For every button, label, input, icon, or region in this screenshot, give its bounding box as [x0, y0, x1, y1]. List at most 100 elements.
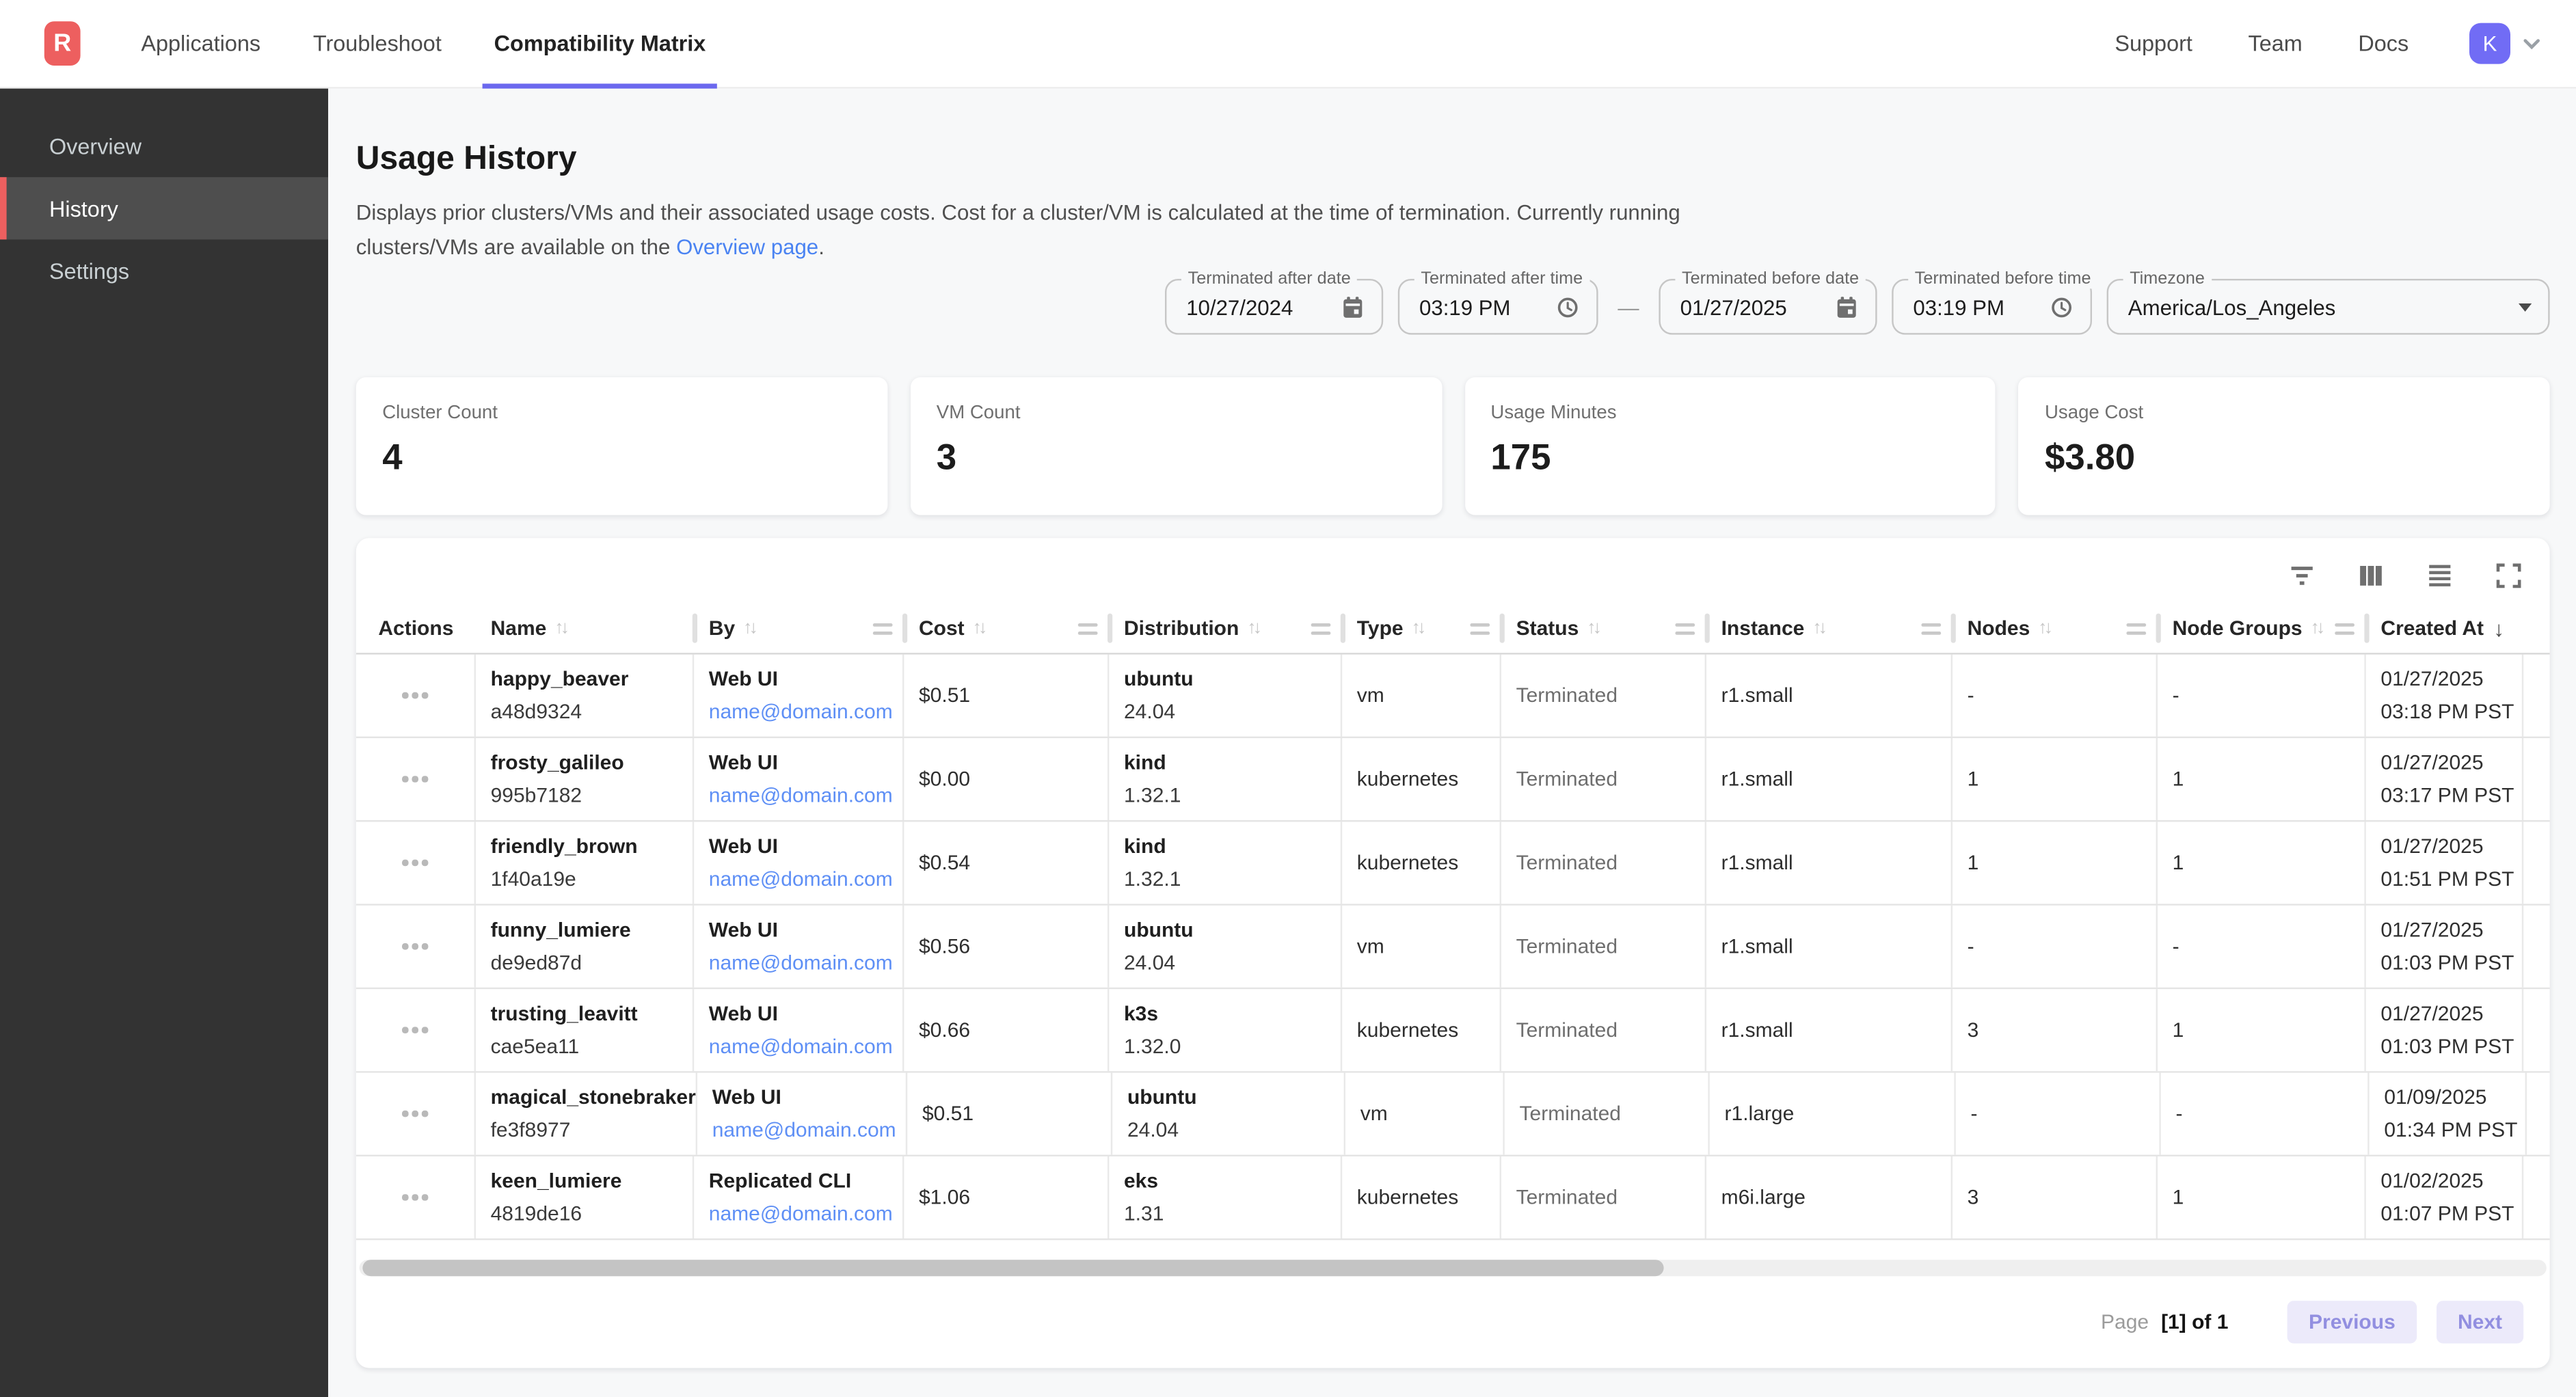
nodes-count: -	[1971, 1102, 2160, 1126]
sidebar-item-settings[interactable]: Settings	[0, 239, 328, 301]
timezone-select[interactable]: Timezone America/Los_Angeles	[2107, 279, 2550, 335]
creator-email-link[interactable]: name@domain.com	[709, 947, 902, 979]
user-avatar[interactable]: K	[2469, 23, 2510, 64]
horizontal-scrollbar-thumb[interactable]	[362, 1260, 1664, 1276]
sort-icon[interactable]: ↓	[2493, 616, 2504, 640]
row-actions-button[interactable]	[396, 850, 434, 876]
column-header-nodes[interactable]: Nodes ↑↓	[1953, 603, 2158, 653]
sort-icon[interactable]: ↑↓	[1412, 619, 1423, 638]
column-menu-icon[interactable]	[2126, 623, 2146, 634]
column-header-created_at[interactable]: Created At ↓	[2366, 603, 2523, 653]
distribution-name: kind	[1124, 746, 1341, 779]
sort-icon[interactable]: ↑↓	[743, 619, 755, 638]
sort-icon[interactable]: ↑↓	[1812, 619, 1824, 638]
fullscreen-icon[interactable]	[2494, 561, 2523, 591]
cluster-id: fe3f8977	[491, 1114, 696, 1147]
field-label: Terminated before date	[1675, 269, 1865, 289]
distribution-version: 24.04	[1127, 1114, 1344, 1147]
sort-icon[interactable]: ↑↓	[973, 619, 984, 638]
cell-instance: m6i.large	[1706, 1156, 1953, 1238]
column-header-name[interactable]: Name ↑↓	[476, 603, 694, 653]
clock-icon[interactable]	[2033, 295, 2074, 319]
row-actions-button[interactable]	[396, 683, 434, 708]
filter-icon[interactable]	[2287, 561, 2317, 591]
created-time: 03:17 PM PST	[2380, 779, 2521, 812]
nav-link-team[interactable]: Team	[2237, 0, 2314, 87]
overview-page-link[interactable]: Overview page	[676, 234, 818, 259]
creator-email-link[interactable]: name@domain.com	[709, 863, 902, 895]
column-menu-icon[interactable]	[873, 623, 893, 634]
creator-email-link[interactable]: name@domain.com	[709, 1030, 902, 1063]
cell-node-groups: 1	[2158, 1156, 2366, 1238]
sort-icon[interactable]: ↑↓	[1587, 619, 1598, 638]
creator-email-link[interactable]: name@domain.com	[709, 696, 902, 729]
column-header-cost[interactable]: Cost ↑↓	[904, 603, 1109, 653]
calendar-icon[interactable]	[1324, 295, 1365, 319]
clock-icon[interactable]	[1539, 295, 1580, 319]
row-actions-button[interactable]	[396, 934, 434, 959]
column-header-label: Name	[491, 616, 547, 640]
field-label: Timezone	[2123, 269, 2212, 289]
previous-page-button[interactable]: Previous	[2287, 1301, 2417, 1343]
sidebar-item-overview[interactable]: Overview	[0, 115, 328, 177]
cell-name: funny_lumiere de9ed87d	[476, 906, 694, 988]
cost-value: $0.51	[919, 684, 1108, 707]
created-time: 01:03 PM PST	[2380, 947, 2521, 979]
cell-distribution: k3s 1.32.0	[1109, 989, 1342, 1071]
instance-type: r1.small	[1721, 768, 1951, 791]
column-menu-icon[interactable]	[1921, 623, 1941, 634]
nav-link-docs[interactable]: Docs	[2347, 0, 2420, 87]
column-menu-icon[interactable]	[1675, 623, 1695, 634]
page-label: Page	[2101, 1311, 2149, 1334]
created-by-source: Web UI	[709, 746, 902, 779]
columns-icon[interactable]	[2356, 561, 2385, 591]
row-actions-button[interactable]	[396, 1101, 434, 1126]
row-actions-button[interactable]	[396, 766, 434, 791]
created-by-source: Web UI	[709, 663, 902, 696]
density-icon[interactable]	[2425, 561, 2454, 591]
sort-icon[interactable]: ↑↓	[1247, 619, 1259, 638]
column-menu-icon[interactable]	[1311, 623, 1331, 634]
column-menu-icon[interactable]	[1078, 623, 1098, 634]
sort-icon[interactable]: ↑↓	[2038, 619, 2050, 638]
cell-spacer	[2523, 655, 2549, 737]
cell-created-at: 01/27/2025 01:03 PM PST	[2366, 989, 2523, 1071]
nav-link-support[interactable]: Support	[2104, 0, 2204, 87]
column-menu-icon[interactable]	[2335, 623, 2354, 634]
creator-email-link[interactable]: name@domain.com	[709, 779, 902, 812]
cell-distribution: kind 1.32.1	[1109, 822, 1342, 904]
row-actions-button[interactable]	[396, 1184, 434, 1210]
description-text: Displays prior clusters/VMs and their as…	[356, 200, 1680, 259]
stat-label: VM Count	[937, 403, 1415, 423]
column-header-distribution[interactable]: Distribution ↑↓	[1109, 603, 1342, 653]
calendar-icon[interactable]	[1818, 295, 1859, 319]
column-header-type[interactable]: Type ↑↓	[1342, 603, 1501, 653]
column-header-instance[interactable]: Instance ↑↓	[1706, 603, 1953, 653]
nav-tab-applications[interactable]: Applications	[130, 0, 272, 87]
nav-tab-compatibility-matrix[interactable]: Compatibility Matrix	[483, 0, 717, 87]
sort-icon[interactable]: ↑↓	[2311, 619, 2322, 638]
account-menu-button[interactable]	[2520, 32, 2543, 55]
table-row: magical_stonebraker fe3f8977 Web UI name…	[356, 1073, 2550, 1156]
brand-logo[interactable]: R	[44, 21, 81, 66]
column-header-by[interactable]: By ↑↓	[694, 603, 904, 653]
cell-status: Terminated	[1501, 738, 1706, 820]
nav-tab-troubleshoot[interactable]: Troubleshoot	[301, 0, 453, 87]
terminated-before-time-field[interactable]: Terminated before time 03:19 PM	[1892, 279, 2092, 335]
sidebar-item-history[interactable]: History	[0, 177, 328, 239]
terminated-before-date-field[interactable]: Terminated before date 01/27/2025	[1659, 279, 1877, 335]
terminated-after-date-field[interactable]: Terminated after date 10/27/2024	[1165, 279, 1383, 335]
created-date: 01/27/2025	[2380, 997, 2521, 1030]
column-header-actions[interactable]: Actions	[356, 603, 476, 653]
column-header-status[interactable]: Status ↑↓	[1501, 603, 1706, 653]
column-menu-icon[interactable]	[1470, 623, 1490, 634]
sort-icon[interactable]: ↑↓	[554, 619, 566, 638]
creator-email-link[interactable]: name@domain.com	[709, 1197, 902, 1230]
row-actions-button[interactable]	[396, 1018, 434, 1043]
creator-email-link[interactable]: name@domain.com	[712, 1114, 906, 1147]
terminated-after-time-field[interactable]: Terminated after time 03:19 PM	[1398, 279, 1598, 335]
column-header-node_groups[interactable]: Node Groups ↑↓	[2158, 603, 2366, 653]
cell-actions	[356, 738, 476, 820]
next-page-button[interactable]: Next	[2437, 1301, 2523, 1343]
distribution-name: ubuntu	[1127, 1081, 1344, 1114]
